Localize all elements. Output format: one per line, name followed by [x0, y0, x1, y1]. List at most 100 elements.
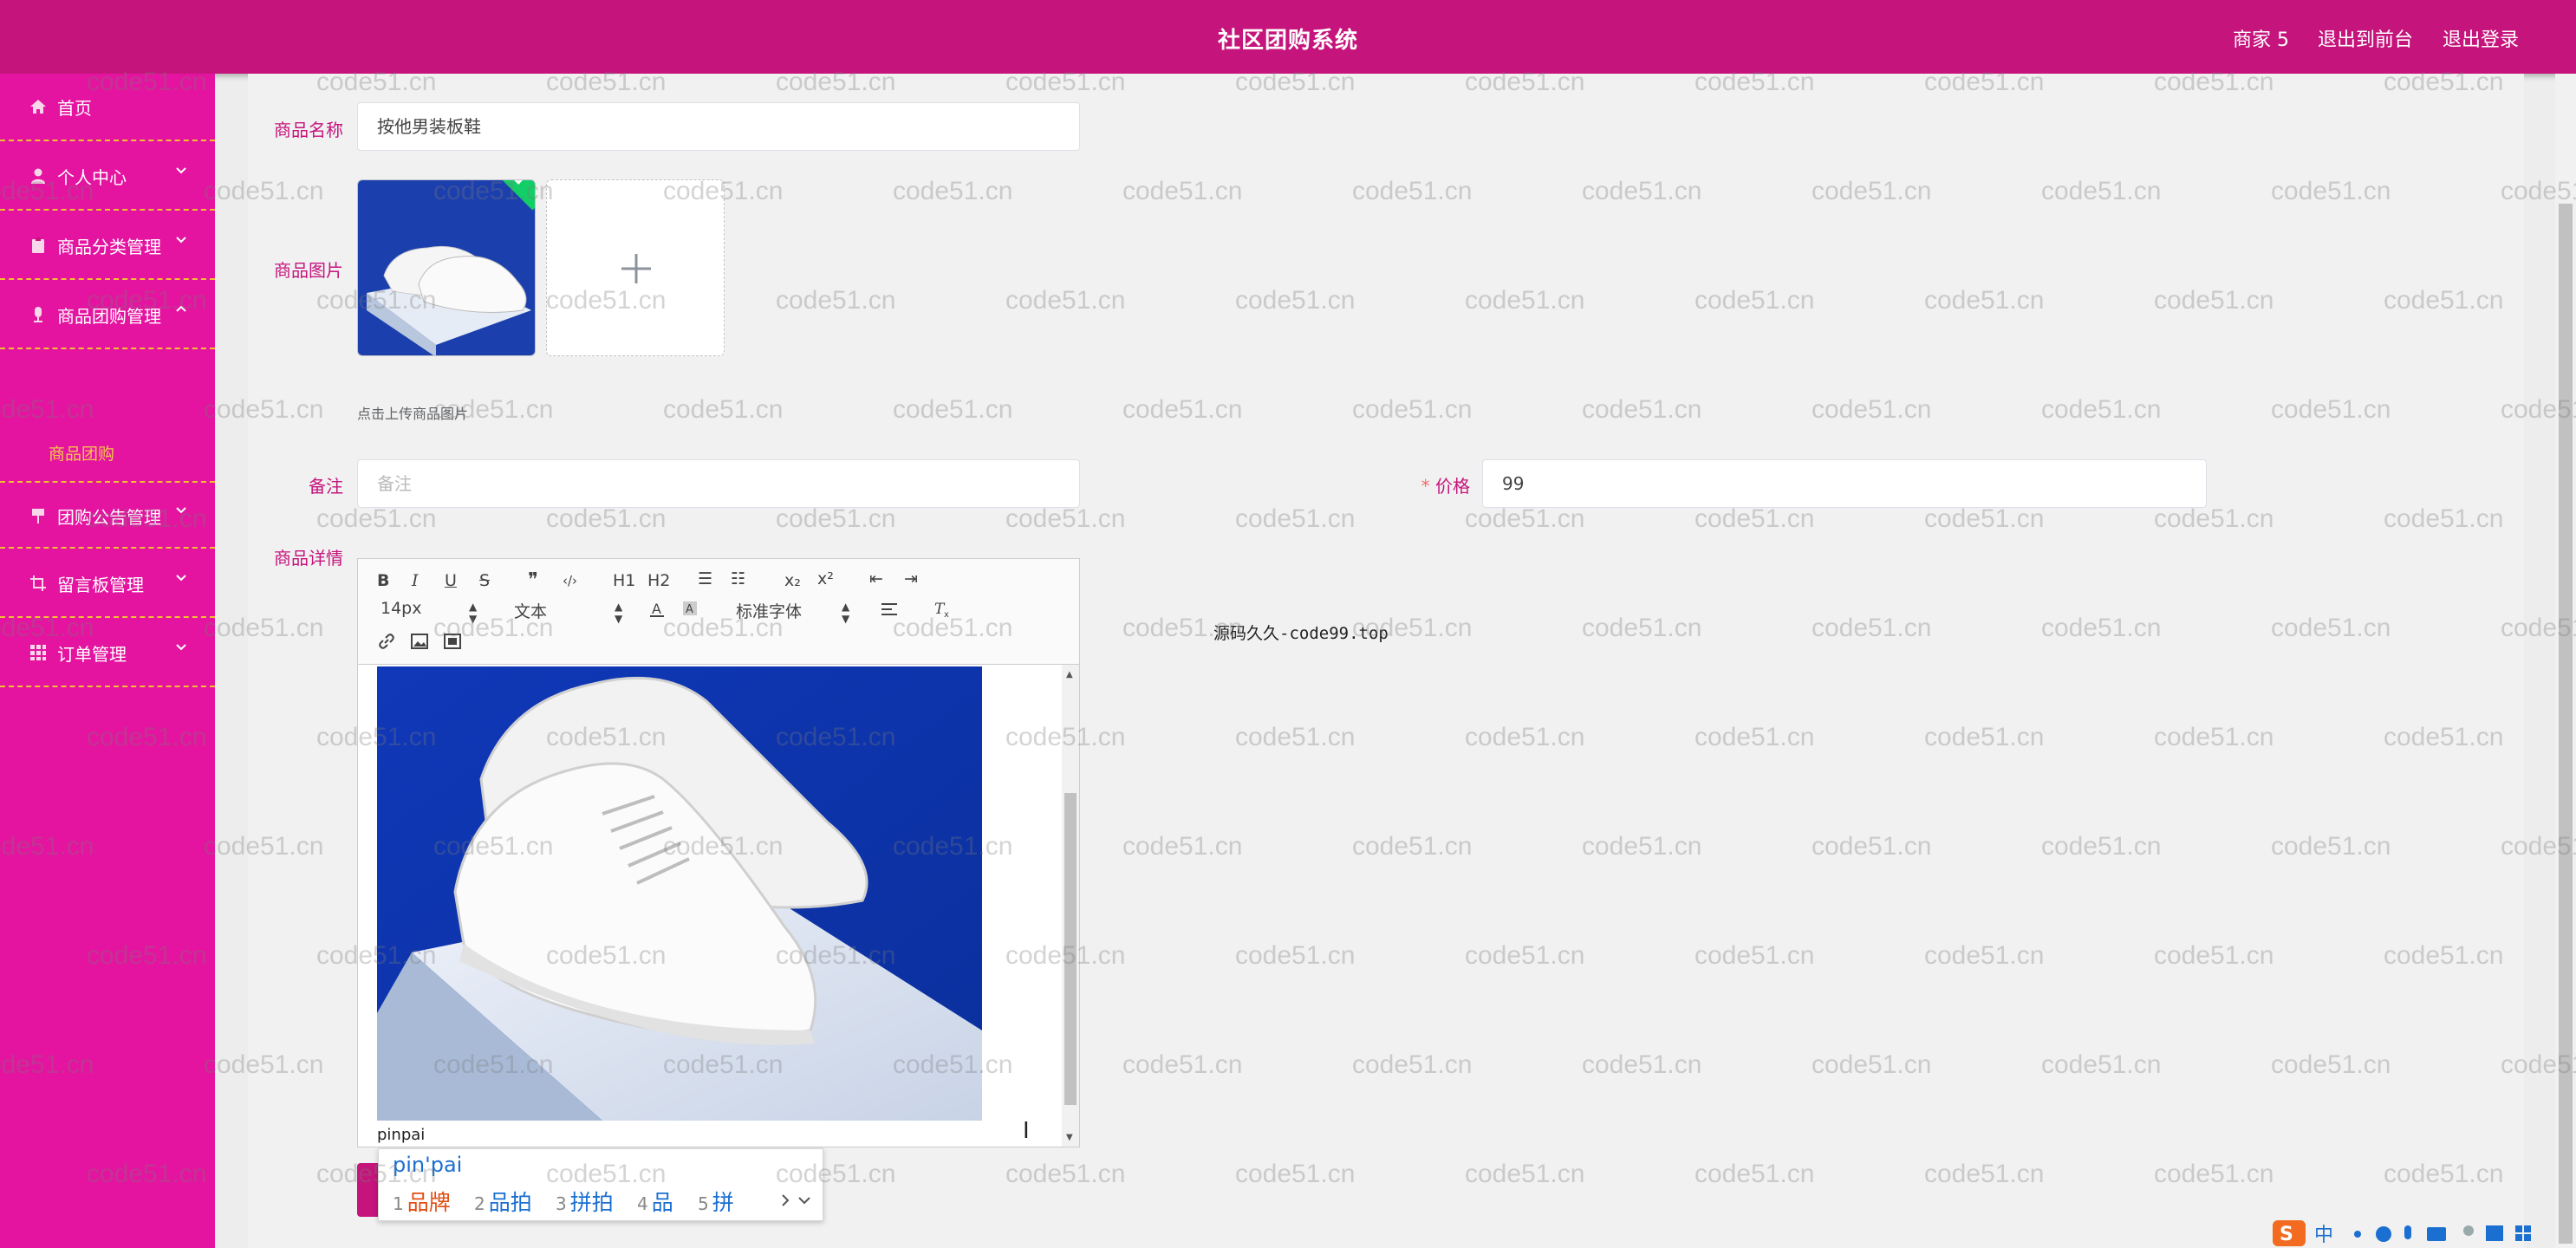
- ime-candidate-text: 拼: [712, 1190, 734, 1215]
- submenu-item-group-buy[interactable]: 商品团购: [49, 441, 114, 465]
- ime-candidate[interactable]: 5拼: [698, 1186, 734, 1217]
- current-user-label: 商家 5: [2233, 29, 2289, 51]
- sidebar-item-home[interactable]: 首页: [0, 74, 215, 141]
- text-style-value: 文本: [514, 602, 548, 621]
- italic-button[interactable]: I: [412, 571, 419, 590]
- chevron-down-icon[interactable]: [797, 1193, 812, 1208]
- remark-label: 备注: [309, 476, 343, 497]
- sidebar-item-message-board-management[interactable]: 留言板管理: [0, 550, 215, 618]
- product-detail-label: 商品详情: [274, 548, 343, 569]
- product-name-input[interactable]: 按他男装板鞋: [357, 102, 1080, 151]
- upload-tip: 点击上传商品图片: [357, 406, 469, 422]
- heading1-button[interactable]: H1: [613, 571, 635, 590]
- uploaded-image-thumbnail[interactable]: [357, 179, 536, 356]
- mic-icon: [34, 307, 42, 322]
- ime-candidate[interactable]: 2 品拍: [474, 1186, 532, 1217]
- remark-input[interactable]: 备注: [357, 459, 1080, 508]
- ime-candidate-window: pin'pai 1 品牌 2 品拍 3 拼拍 4品 5拼: [378, 1148, 823, 1221]
- ime-candidate-text: 品: [651, 1190, 673, 1215]
- sidebar-item-label: 个人中心: [57, 167, 127, 188]
- ime-candidate-number: 2: [474, 1193, 485, 1214]
- ime-candidate-number: 5: [698, 1193, 709, 1214]
- page-scrollbar[interactable]: [2555, 74, 2576, 1248]
- editor-scroll-thumb[interactable]: [1064, 793, 1077, 1105]
- clipboard-icon: [32, 237, 44, 253]
- font-family-select[interactable]: 标准字体 ▲ ▼: [736, 599, 857, 625]
- strike-button[interactable]: S: [479, 571, 490, 590]
- sidebar-item-label: 留言板管理: [57, 575, 144, 595]
- product-detail-image: [377, 666, 982, 1121]
- sidebar-item-order-management[interactable]: 订单管理: [0, 620, 215, 687]
- user-icon: [31, 168, 45, 184]
- home-icon: [30, 100, 46, 114]
- ime-candidate-text: 品拍: [488, 1190, 532, 1215]
- ime-candidate[interactable]: 3 拼拍: [556, 1186, 614, 1217]
- code-block-button[interactable]: ‹/›: [563, 573, 577, 588]
- image-upload-button[interactable]: [546, 179, 725, 356]
- sidebar-item-label: 商品团购管理: [57, 306, 161, 327]
- ordered-list-button[interactable]: ☰: [698, 569, 712, 588]
- sidebar-item-group-buy-management[interactable]: 商品团购管理: [0, 282, 215, 349]
- ime-status-bar: S 中: [2271, 1217, 2576, 1248]
- editor-scrollbar[interactable]: ▲ ▼: [1062, 665, 1079, 1147]
- bullet-list-button[interactable]: ☷: [731, 569, 745, 588]
- remark-placeholder: 备注: [377, 473, 412, 494]
- chevron-down-icon: [176, 237, 186, 244]
- clear-format-icon[interactable]: Tx: [933, 601, 953, 618]
- sidebar: 首页 个人中心 商品分类管理 商品团购管理 商品团购 团购公告管理 留言板管理 …: [0, 74, 215, 1248]
- sidebar-item-category-management[interactable]: 商品分类管理: [0, 212, 215, 280]
- svg-text:中: 中: [2314, 1225, 2333, 1246]
- chevron-down-icon: [176, 644, 186, 651]
- ime-candidate-number: 3: [556, 1193, 567, 1214]
- superscript-button[interactable]: x²: [817, 569, 834, 588]
- bold-button[interactable]: B: [377, 571, 389, 590]
- chevron-up-icon: [176, 305, 186, 312]
- link-icon[interactable]: [377, 632, 396, 651]
- logout-link[interactable]: 退出登录: [2443, 24, 2519, 52]
- ime-candidate[interactable]: 4品: [637, 1186, 673, 1217]
- shoe-photo: [377, 666, 982, 1121]
- chevron-down-icon: [176, 167, 186, 174]
- subscript-button[interactable]: x₂: [784, 571, 801, 590]
- overlay-watermark-text: 源码久久-code99.top: [1213, 624, 1389, 643]
- image-icon[interactable]: [410, 632, 429, 651]
- price-value: 99: [1502, 473, 1525, 494]
- sidebar-item-announcement-management[interactable]: 团购公告管理: [0, 481, 215, 549]
- editor-content-area[interactable]: pinpai ▲ ▼: [358, 665, 1079, 1147]
- font-color-icon[interactable]: A: [649, 601, 665, 618]
- svg-text:A: A: [652, 601, 661, 617]
- ime-candidate-number: 1: [393, 1193, 404, 1214]
- svg-text:x: x: [944, 610, 949, 618]
- background-color-icon[interactable]: A: [682, 601, 698, 618]
- scroll-up-icon[interactable]: ▲: [1066, 670, 1073, 679]
- sidebar-item-label: 团购公告管理: [57, 507, 161, 528]
- select-arrow-icon: ▲ ▼: [842, 601, 850, 625]
- product-name-value: 按他男装板鞋: [377, 116, 481, 137]
- sidebar-item-label: 商品分类管理: [57, 237, 161, 257]
- indent-button[interactable]: ⇥: [904, 569, 918, 588]
- svg-text:A: A: [686, 603, 693, 616]
- scroll-down-icon[interactable]: ▼: [1066, 1133, 1073, 1142]
- ime-toolbar-icons[interactable]: S 中: [2271, 1217, 2576, 1248]
- page-scroll-thumb[interactable]: [2559, 204, 2573, 1244]
- font-size-select[interactable]: 14px ▲ ▼: [381, 599, 485, 625]
- exit-to-frontend-link[interactable]: 退出到前台: [2318, 24, 2413, 52]
- text-style-select[interactable]: 文本 ▲ ▼: [514, 599, 627, 625]
- ime-candidate[interactable]: 1 品牌: [393, 1186, 451, 1217]
- price-label: * 价格: [1349, 472, 1470, 497]
- product-name-label: 商品名称: [274, 120, 343, 140]
- video-icon[interactable]: [443, 632, 462, 651]
- blockquote-button[interactable]: ❞: [528, 569, 538, 591]
- underline-button[interactable]: U: [445, 571, 457, 590]
- chevron-right-icon[interactable]: [777, 1193, 793, 1208]
- align-icon[interactable]: [881, 602, 899, 616]
- product-image-label: 商品图片: [274, 260, 343, 281]
- sidebar-item-personal-center[interactable]: 个人中心: [0, 143, 215, 211]
- sidebar-item-label: 订单管理: [57, 644, 127, 665]
- outdent-button[interactable]: ⇤: [869, 569, 883, 588]
- crop-icon: [30, 575, 46, 591]
- text-cursor-icon: I: [1023, 1118, 1030, 1144]
- chevron-down-icon: [176, 507, 186, 514]
- heading2-button[interactable]: H2: [647, 571, 670, 590]
- price-input[interactable]: 99: [1482, 459, 2207, 508]
